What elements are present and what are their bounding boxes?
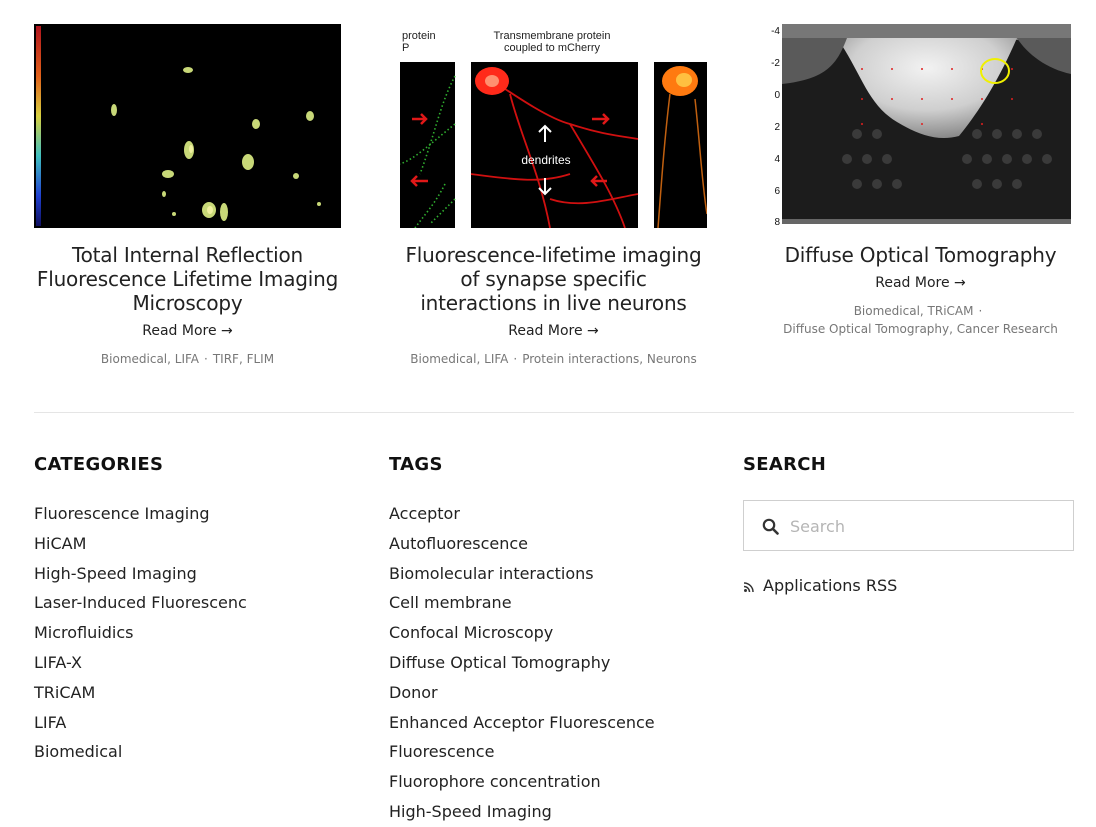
image-label-center-2: coupled to mCherry [504,42,600,54]
category-link[interactable]: LIFA-X [34,648,247,678]
card-thumbnail[interactable]: protein P Transmembrane protein coupled … [400,24,707,228]
rss-link[interactable]: Applications RSS [743,576,897,595]
tag-link[interactable]: Cell membrane [389,588,655,618]
card-thumbnail[interactable]: -4 -2 0 2 4 6 8 [767,24,1074,228]
read-more-link[interactable]: Read More → [142,323,233,339]
tag-link[interactable]: Enhanced Acceptor Fluorescence [389,708,655,738]
search-heading: SEARCH [743,454,827,475]
category-link[interactable]: Microfluidics [34,618,247,648]
category-link[interactable]: Laser-Induced Fluorescenc [34,588,247,618]
card-thumbnail[interactable] [34,24,341,228]
tag-link[interactable]: Fluorescence [389,737,655,767]
tag-link[interactable]: Fluorophore concentration [389,767,655,797]
categories-list: Fluorescence Imaging HiCAM High-Speed Im… [34,499,247,767]
image-label-left: protein [402,30,436,42]
category-link[interactable]: TRiCAM [34,678,247,708]
tags-widget: TAGS Acceptor Autofluorescence Biomolecu… [389,452,655,827]
categories-heading: CATEGORIES [34,454,164,475]
card-title[interactable]: Diffuse Optical Tomography [767,243,1074,267]
meta-separator: · [978,304,983,318]
tag-link[interactable]: Autofluorescence [389,529,655,559]
axis-tick: 2 [774,122,780,133]
card-title[interactable]: Total Internal Reflection Fluorescence L… [34,243,341,315]
search-box [743,500,1074,551]
axis-tick: -2 [771,58,780,69]
search-widget: SEARCH [743,452,826,478]
axis-tick: -4 [771,26,780,37]
application-cards: Total Internal Reflection Fluorescence L… [0,0,1096,400]
image-label-dendrites: dendrites [521,153,570,167]
meta-separator: · [513,352,518,366]
card-categories[interactable]: Biomedical, TRiCAM [854,304,974,318]
tag-link[interactable]: Biomolecular interactions [389,559,655,589]
tag-link[interactable]: Confocal Microscopy [389,618,655,648]
categories-widget: CATEGORIES Fluorescence Imaging HiCAM Hi… [34,452,247,767]
category-link[interactable]: LIFA [34,708,247,738]
axis-tick: 8 [774,217,780,228]
meta-separator: · [204,352,208,366]
category-link[interactable]: HiCAM [34,529,247,559]
card-meta: Biomedical, LIFA · TIRF, FLIM [34,350,341,368]
card-categories[interactable]: Biomedical, LIFA [410,352,508,366]
card-tags[interactable]: TIRF, FLIM [213,352,274,366]
axis-tick: 0 [774,90,780,101]
category-link[interactable]: Biomedical [34,737,247,767]
search-input[interactable] [788,511,1062,541]
axis-tick: 4 [774,154,780,165]
read-more-link[interactable]: Read More → [508,323,599,339]
card-diffuse-optical-tomography: -4 -2 0 2 4 6 8 Diffuse Optical Tomograp… [767,24,1074,338]
image-label-center: Transmembrane protein [494,30,611,42]
tag-link[interactable]: Donor [389,678,655,708]
tag-link[interactable]: Acceptor [389,499,655,529]
search-icon [762,518,779,535]
category-link[interactable]: Fluorescence Imaging [34,499,247,529]
section-divider [34,412,1074,413]
read-more-link[interactable]: Read More → [875,275,966,291]
axis-tick: 6 [774,186,780,197]
card-title[interactable]: Fluorescence-lifetime imaging of synapse… [400,243,707,315]
category-link[interactable]: High-Speed Imaging [34,559,247,589]
card-meta: Biomedical, LIFA · Protein interactions, N… [400,350,707,368]
tag-link[interactable]: High-Speed Imaging [389,797,655,827]
card-tags[interactable]: Diffuse Optical Tomography, Cancer Resea… [783,322,1058,336]
image-label-left-2: P [402,42,409,54]
rss-label: Applications RSS [763,576,898,595]
tags-heading: TAGS [389,454,443,475]
rss-icon [743,581,754,592]
card-meta: Biomedical, TRiCAM · Diffuse Optical Tomo… [767,302,1074,338]
card-categories[interactable]: Biomedical, LIFA [101,352,199,366]
card-tirf-flim: Total Internal Reflection Fluorescence L… [34,24,341,368]
tags-list: Acceptor Autofluorescence Biomolecular i… [389,499,655,827]
card-tags[interactable]: Protein interactions, Neurons [522,352,697,366]
card-synapse-flim: protein P Transmembrane protein coupled … [400,24,707,368]
tag-link[interactable]: Diffuse Optical Tomography [389,648,655,678]
